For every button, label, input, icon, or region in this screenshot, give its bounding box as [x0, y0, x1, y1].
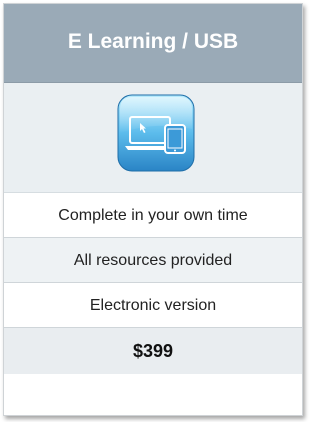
- pricing-card: E Learning / USB Complete in your own ti…: [3, 3, 303, 416]
- icon-panel: [4, 83, 302, 193]
- feature-item: All resources provided: [4, 238, 302, 283]
- feature-item: Complete in your own time: [4, 193, 302, 238]
- price-label: $399: [4, 328, 302, 374]
- feature-item: Electronic version: [4, 283, 302, 328]
- laptop-tablet-icon: [117, 94, 195, 172]
- card-title: E Learning / USB: [4, 4, 302, 83]
